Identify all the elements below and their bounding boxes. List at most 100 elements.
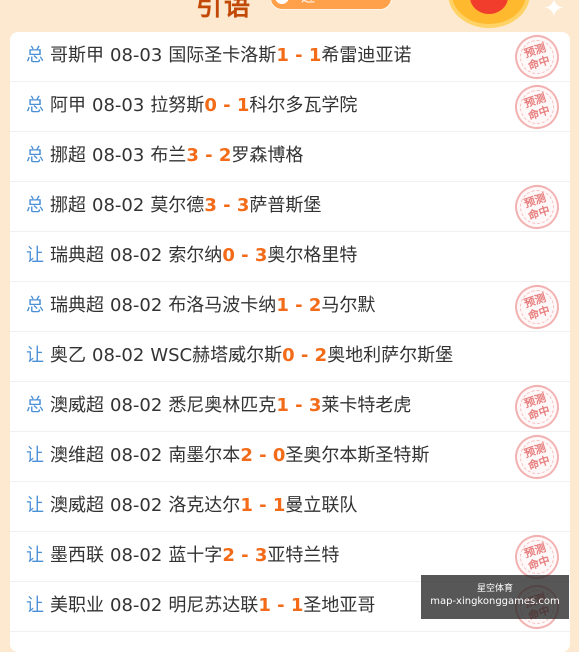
match-list: 总哥斯甲 08-03 国际圣卡洛斯1 - 1希雷迪亚诺 预测 命中总阿甲 08-03 拉努斯…: [10, 32, 570, 652]
match-text: 让美职业 08-02 明尼苏达联1 - 1圣地亚哥: [26, 582, 375, 632]
match-date: 08-03: [92, 145, 145, 166]
match-text: 总哥斯甲 08-03 国际圣卡洛斯1 - 1希雷迪亚诺: [26, 32, 411, 82]
match-date: 08-02: [92, 195, 145, 216]
league-name: 奥乙: [50, 345, 86, 366]
away-score: 3: [308, 395, 322, 416]
period-filter-pill[interactable]: 近一: [270, 0, 392, 10]
top-banner: 引语 近一 ✦: [0, 0, 579, 32]
score-separator: -: [216, 95, 237, 116]
away-team: 圣地亚哥: [303, 595, 376, 616]
bet-type-tag: 让: [26, 595, 44, 616]
sparkle-icon: ✦: [543, 0, 565, 24]
away-team: 奥尔格里特: [267, 245, 358, 266]
home-score: 0: [282, 345, 295, 366]
home-score: 2: [222, 545, 235, 566]
score-separator: -: [288, 295, 309, 316]
league-name: 阿甲: [50, 95, 86, 116]
away-score: 2: [218, 145, 232, 166]
match-row[interactable]: 总澳威超 08-02 悉尼奥林匹克1 - 3莱卡特老虎 预测 命中: [10, 379, 570, 435]
score-separator: -: [288, 45, 309, 66]
watermark-name: 星空体育: [476, 584, 513, 594]
match-date: 08-02: [110, 295, 163, 316]
match-text: 总澳威超 08-02 悉尼奥林匹克1 - 3莱卡特老虎: [26, 382, 411, 432]
home-team: 拉努斯: [150, 95, 205, 116]
home-score: 1: [240, 495, 253, 516]
match-row[interactable]: 总瑞典超 08-02 布洛马波卡纳1 - 2马尔默 预测 命中: [10, 279, 570, 335]
league-name: 澳威超: [50, 495, 104, 516]
bet-type-tag: 让: [26, 545, 44, 566]
home-team: 布洛马波卡纳: [168, 295, 277, 316]
home-team: 索尔纳: [168, 245, 223, 266]
match-row[interactable]: 让澳威超 08-02 洛克达尔1 - 1曼立联队: [10, 482, 570, 532]
league-name: 澳威超: [50, 395, 104, 416]
home-team: WSC赫塔威尔斯: [150, 345, 283, 366]
bet-type-tag: 总: [26, 45, 44, 66]
home-team: 悉尼奥林匹克: [168, 395, 277, 416]
home-team: 莫尔德: [150, 195, 205, 216]
prediction-hit-stamp-icon: 预测命中: [509, 279, 565, 335]
away-team: 圣奥尔本斯圣特斯: [285, 445, 430, 466]
match-date: 08-02: [110, 445, 163, 466]
match-date: 08-03: [92, 95, 145, 116]
prediction-hit-stamp-icon: 预测命中: [509, 379, 565, 435]
home-score: 3: [186, 145, 199, 166]
league-name: 挪超: [50, 195, 86, 216]
away-team: 科尔多瓦学院: [249, 95, 358, 116]
league-name: 瑞典超: [50, 245, 104, 266]
away-team: 希雷迪亚诺: [321, 45, 412, 66]
score-separator: -: [270, 595, 291, 616]
bet-type-tag: 让: [26, 245, 44, 266]
match-row[interactable]: 让奥乙 08-02 WSC赫塔威尔斯0 - 2奥地利萨尔斯堡: [10, 332, 570, 382]
match-text: 让澳威超 08-02 洛克达尔1 - 1曼立联队: [26, 482, 357, 532]
score-separator: -: [234, 545, 255, 566]
home-team: 蓝十字: [168, 545, 223, 566]
match-row[interactable]: 总挪超 08-02 莫尔德3 - 3萨普斯堡 预测 命中: [10, 179, 570, 235]
score-separator: -: [198, 145, 219, 166]
match-date: 08-02: [110, 595, 163, 616]
league-name: 瑞典超: [50, 295, 104, 316]
match-date: 08-02: [110, 395, 163, 416]
away-score: 1: [290, 595, 304, 616]
away-score: 3: [236, 195, 250, 216]
league-name: 哥斯甲: [50, 45, 104, 66]
pill-dot-icon: [275, 0, 289, 4]
match-row[interactable]: 让瑞典超 08-02 索尔纳0 - 3奥尔格里特: [10, 232, 570, 282]
away-team: 曼立联队: [285, 495, 358, 516]
away-score: 0: [272, 445, 286, 466]
away-score: 1: [272, 495, 286, 516]
away-team: 马尔默: [321, 295, 376, 316]
away-score: 3: [254, 545, 268, 566]
home-score: 0: [204, 95, 217, 116]
match-row[interactable]: 总挪超 08-03 布兰3 - 2罗森博格: [10, 132, 570, 182]
home-team: 明尼苏达联: [168, 595, 259, 616]
away-score: 1: [308, 45, 322, 66]
match-text: 让瑞典超 08-02 索尔纳0 - 3奥尔格里特: [26, 232, 357, 282]
home-score: 1: [276, 45, 289, 66]
match-row[interactable]: 总阿甲 08-03 拉努斯0 - 1科尔多瓦学院 预测 命中: [10, 79, 570, 135]
match-text: 总挪超 08-03 布兰3 - 2罗森博格: [26, 132, 303, 182]
watermark-url: map-xingkonggames.com: [430, 596, 560, 607]
home-score: 2: [240, 445, 253, 466]
score-separator: -: [252, 495, 273, 516]
away-score: 1: [236, 95, 250, 116]
home-score: 1: [258, 595, 271, 616]
match-text: 总瑞典超 08-02 布洛马波卡纳1 - 2马尔默: [26, 282, 375, 332]
match-row[interactable]: 总哥斯甲 08-03 国际圣卡洛斯1 - 1希雷迪亚诺 预测 命中: [10, 32, 570, 85]
bet-type-tag: 总: [26, 195, 44, 216]
bet-type-tag: 总: [26, 95, 44, 116]
score-separator: -: [234, 245, 255, 266]
score-separator: -: [216, 195, 237, 216]
match-row[interactable]: 让澳维超 08-02 南墨尔本2 - 0圣奥尔本斯圣特斯 预测 命中: [10, 429, 570, 485]
away-team: 罗森博格: [231, 145, 304, 166]
bet-type-tag: 让: [26, 495, 44, 516]
score-separator: -: [288, 395, 309, 416]
league-name: 美职业: [50, 595, 104, 616]
score-separator: -: [294, 345, 315, 366]
bet-type-tag: 让: [26, 345, 44, 366]
home-score: 3: [204, 195, 217, 216]
match-date: 08-02: [110, 245, 163, 266]
prediction-hit-stamp-icon: 预测命中: [509, 179, 565, 235]
match-text: 总阿甲 08-03 拉努斯0 - 1科尔多瓦学院: [26, 82, 357, 132]
home-score: 1: [276, 395, 289, 416]
match-text: 让墨西联 08-02 蓝十字2 - 3亚特兰特: [26, 532, 339, 582]
